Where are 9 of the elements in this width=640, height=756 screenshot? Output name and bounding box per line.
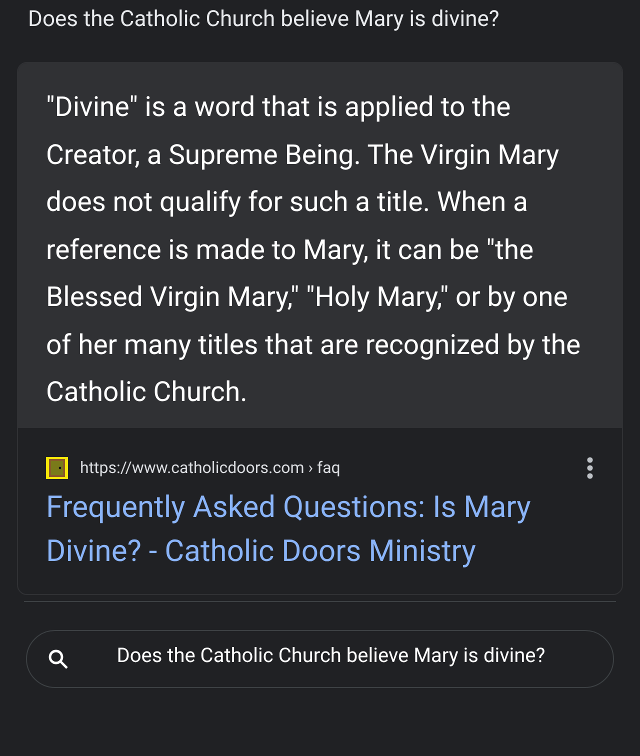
more-icon[interactable] — [586, 456, 594, 480]
door-icon — [46, 456, 68, 478]
search-icon[interactable] — [47, 648, 69, 670]
search-query: Does the Catholic Church believe Mary is divine? — [116, 642, 546, 668]
source-url[interactable]: https://www.catholicdoors.com › faq — [80, 458, 574, 477]
answer-text: "Divine" is a word that is applied to the Creator, a Supreme Being. The Virgin Mary does not qualify for such a title. When a reference is made to Mary, it can be "the Blessed Virgin Mary," "Holy Mary," or by one of her many titles that are recognized by the Catholic Church. — [18, 63, 622, 428]
result-link[interactable]: Frequently Asked Questions: Is Mary Divine? - Catholic Doors Ministry — [46, 486, 594, 574]
question-heading: Does the Catholic Church believe Mary is divine? — [27, 6, 500, 34]
search-bar[interactable]: Does the Catholic Church believe Mary is divine? — [26, 630, 614, 688]
